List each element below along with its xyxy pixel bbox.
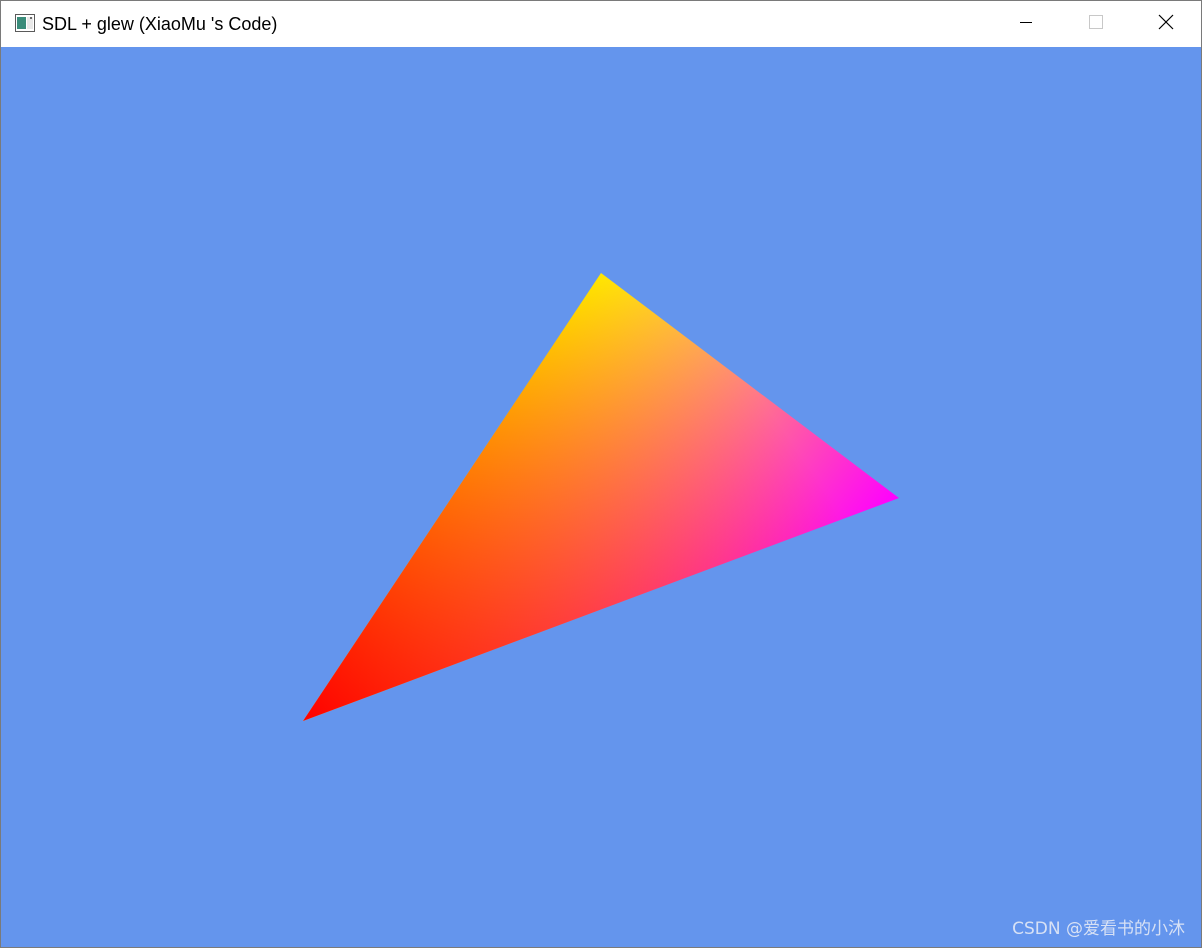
app-window-icon — [15, 14, 35, 32]
csdn-watermark: CSDN @爱看书的小沐 — [1012, 919, 1185, 939]
close-icon — [1158, 14, 1174, 35]
minimize-icon — [1020, 15, 1032, 33]
close-button[interactable] — [1131, 1, 1201, 47]
minimize-button[interactable] — [991, 1, 1061, 47]
maximize-button[interactable] — [1061, 1, 1131, 47]
maximize-icon — [1089, 14, 1103, 34]
title-bar[interactable]: SDL + glew (XiaoMu 's Code) — [1, 1, 1201, 47]
render-canvas[interactable]: CSDN @爱看书的小沐 — [1, 47, 1201, 947]
gl-viewport — [1, 47, 1201, 947]
app-window: SDL + glew (XiaoMu 's Code) CSDN @爱看书的小沐 — [0, 0, 1202, 948]
window-title: SDL + glew (XiaoMu 's Code) — [42, 14, 278, 34]
